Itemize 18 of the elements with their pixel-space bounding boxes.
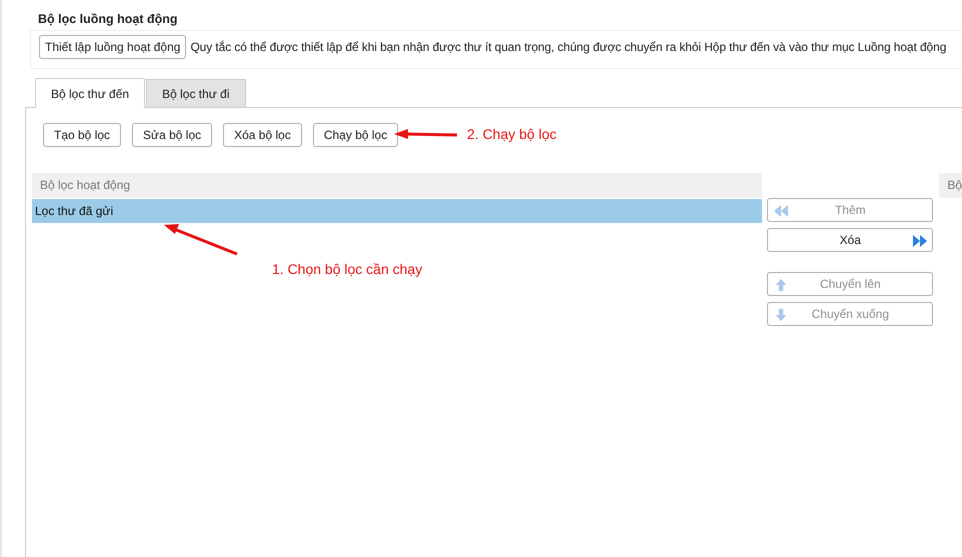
annotation-arrow	[394, 129, 458, 139]
toolbar-button[interactable]: Sửa bộ lọc	[132, 123, 212, 147]
double-left-arrow-icon	[773, 204, 790, 218]
toolbar-button[interactable]: Xóa bộ lọc	[223, 123, 302, 147]
double-right-arrow-icon	[912, 234, 928, 248]
tab[interactable]: Bộ lọc thư đi	[146, 79, 246, 107]
section-title: Bộ lọc luồng hoạt động	[37, 12, 179, 26]
side-button[interactable]: Xóa	[767, 228, 934, 252]
setup-button[interactable]: Thiết lập luồng hoạt động	[39, 35, 186, 59]
list-header: Bộ	[939, 173, 962, 198]
toolbar-button[interactable]: Chạy bộ lọc	[312, 123, 398, 147]
description-text: Quy tắc có thể được thiết lập để khi bạn nhận được thư ít quan trọng, chúng được chuyển ra khỏi Hộp thư đến và vào thư mục Luồng hoạt động	[190, 40, 946, 54]
list-header: Bộ lọc hoạt động	[32, 173, 762, 198]
tab[interactable]: Bộ lọc thư đến	[35, 78, 146, 108]
annotation-text: 2. Chạy bộ lọc	[467, 126, 556, 142]
toolbar-button[interactable]: Tạo bộ lọc	[43, 123, 122, 147]
annotation-text: 1. Chọn bộ lọc cần chạy	[272, 261, 422, 277]
list-row[interactable]: Lọc thư đã gửi	[32, 199, 762, 223]
